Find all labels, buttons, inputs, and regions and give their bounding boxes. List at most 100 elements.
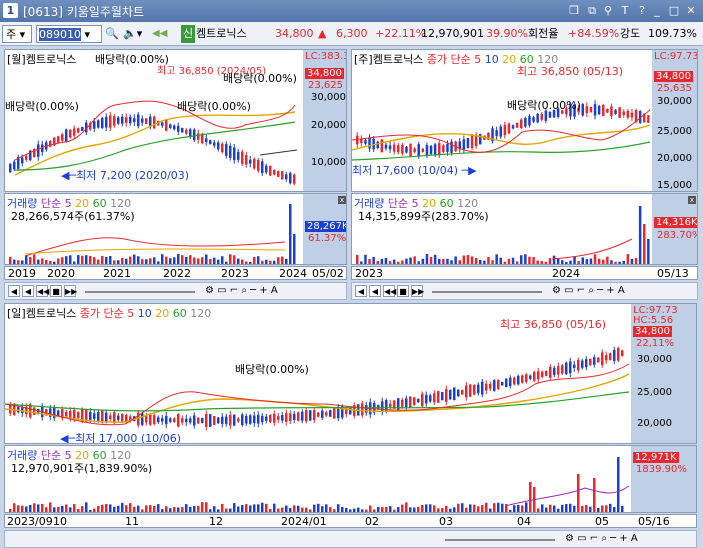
volume-bar xyxy=(442,258,445,264)
prev-icon[interactable]: ◀ xyxy=(369,285,381,297)
monthly-header: [월]켐트로닉스 xyxy=(7,51,76,67)
speaker-icon[interactable]: 🔈▾ xyxy=(123,25,142,43)
chart-tools-icons[interactable]: ⚙ ▭ ⌐ ⌕ ─ + A xyxy=(552,285,625,296)
close-pane-icon[interactable]: x xyxy=(338,196,346,204)
search-icon[interactable]: 🔍 xyxy=(105,25,119,43)
weekly-price-pane[interactable]: [주]켐트로닉스 종가 단순 5 10 20 60 120 최고 36,850 … xyxy=(351,49,698,192)
volume-bar xyxy=(69,255,72,264)
volume-bar xyxy=(321,506,324,512)
link-icon[interactable]: ⧉ xyxy=(585,4,599,18)
volume-bar xyxy=(229,254,232,264)
weekly-low-text: 최저 17,600 (10/04) xyxy=(352,164,459,177)
volume-bar xyxy=(149,505,152,512)
candle-body xyxy=(317,412,320,417)
candle-body xyxy=(585,359,588,368)
candle-body xyxy=(165,415,168,425)
daily-price-pane[interactable]: [일]켐트로닉스 종가 단순 5 10 20 60 120 최고 36,850 … xyxy=(4,303,697,444)
candle-body xyxy=(466,138,470,149)
chart-tools-icons[interactable]: ⚙ ▭ ⌐ ⌕ ─ + A xyxy=(205,285,278,296)
volume-bar xyxy=(141,259,144,264)
daily-volume-pane[interactable]: 거래량 단순 5 20 60 120 12,970,901주(1,839.90%… xyxy=(4,445,697,513)
volume-bar xyxy=(141,509,144,512)
restore-icon[interactable]: ❐ xyxy=(567,4,581,18)
volume-bar xyxy=(361,509,364,512)
volume-bar xyxy=(373,509,376,512)
weekly-xtick-1: 2023 xyxy=(355,267,383,280)
volume-bar xyxy=(269,260,272,264)
volume-bar xyxy=(605,505,608,512)
volume-bar xyxy=(125,258,128,264)
first-icon[interactable]: ◀ xyxy=(355,285,367,297)
monthly-price-pane[interactable]: [월]켐트로닉스 배당락(0.00%) 최고 36,850 (2024/05) … xyxy=(4,49,347,192)
candle-body xyxy=(121,414,124,423)
volume-bar xyxy=(105,256,108,264)
daily-ma120: 120 xyxy=(190,307,212,320)
monthly-lc: LC:383.3 xyxy=(305,51,347,62)
minimize-icon[interactable]: _ xyxy=(650,4,664,18)
zoom-slider[interactable] xyxy=(432,291,542,293)
volume-bar xyxy=(507,258,511,264)
weekly-lc: LC:97.73 xyxy=(654,51,698,62)
volume-bar xyxy=(117,505,120,512)
candle-body xyxy=(277,170,280,177)
prev-page-icon[interactable]: ◀◀ xyxy=(383,285,396,297)
volume-bar xyxy=(521,505,524,512)
volume-bar xyxy=(549,504,552,512)
volume-bar xyxy=(153,505,156,512)
candle-body xyxy=(545,370,548,376)
next-page-icon[interactable]: ▶▶ xyxy=(64,285,77,297)
candle-body xyxy=(197,417,200,424)
weekly-low-label: 최저 17,600 (10/04) ─▶ xyxy=(352,164,477,177)
zoom-slider[interactable] xyxy=(85,291,195,293)
monthly-title: [월]켐트로닉스 xyxy=(7,53,77,66)
volume-bar xyxy=(305,507,308,512)
stop-icon[interactable]: ■ xyxy=(397,285,409,297)
volume-bar xyxy=(201,257,204,264)
text-icon[interactable]: T xyxy=(618,4,632,18)
stop-icon[interactable]: ■ xyxy=(50,285,62,297)
candle-body xyxy=(153,415,156,424)
next-page-icon[interactable]: ▶▶ xyxy=(411,285,424,297)
volume-bar xyxy=(113,260,116,264)
code-input[interactable]: 089010 ▾ xyxy=(36,25,102,43)
volume-bar xyxy=(85,255,88,264)
volume-bar xyxy=(53,507,56,512)
volume-bar xyxy=(121,502,124,512)
weekly-ma10: 10 xyxy=(484,53,499,66)
candle-body xyxy=(73,410,76,420)
close-icon[interactable]: ✕ xyxy=(684,4,698,18)
first-icon[interactable]: ◀ xyxy=(8,285,20,297)
maximize-icon[interactable]: □ xyxy=(667,4,681,18)
help-icon[interactable]: ? xyxy=(635,4,649,18)
monthly-volume-pane[interactable]: 거래량 단순 5 20 60 120 28,266,574주(61.37%) 2… xyxy=(4,193,347,265)
up-arrow-icon: ▲ xyxy=(318,27,327,40)
volume-bar xyxy=(277,257,280,264)
prev-icon[interactable]: ◀ xyxy=(22,285,34,297)
weekly-volume-pane[interactable]: 거래량 단순 5 20 60 120 14,315,899주(283.70%) … xyxy=(351,193,698,265)
zoom-slider[interactable] xyxy=(445,539,555,541)
prev-page-icon[interactable]: ◀◀ xyxy=(36,285,49,297)
candle-body xyxy=(364,140,367,144)
pin-icon[interactable]: ⚲ xyxy=(601,4,615,18)
market-select[interactable]: 주 ▾ xyxy=(2,25,32,43)
candle-body xyxy=(417,144,420,157)
candle-body xyxy=(185,129,188,134)
volume-bar xyxy=(201,502,204,512)
candle-body xyxy=(621,350,624,357)
candle-body xyxy=(233,414,236,426)
candle-body xyxy=(433,393,436,403)
volume-bar xyxy=(125,505,128,512)
close-pane-icon[interactable]: x xyxy=(688,196,696,204)
volume-bar xyxy=(213,257,216,264)
daily-price-box: 34,800 xyxy=(633,326,672,337)
candle-body xyxy=(593,104,597,116)
volume-bar xyxy=(561,260,564,264)
volume-bar xyxy=(357,507,360,512)
candle-body xyxy=(325,412,328,416)
candle-body xyxy=(405,398,408,407)
candle-body xyxy=(503,124,507,136)
prev-icon[interactable]: ◀◀ xyxy=(152,25,167,43)
candle-body xyxy=(470,135,474,149)
volume-bar xyxy=(528,256,531,264)
chart-tools-icons[interactable]: ⚙ ▭ ⌐ ⌕ ─ + A xyxy=(565,533,638,544)
